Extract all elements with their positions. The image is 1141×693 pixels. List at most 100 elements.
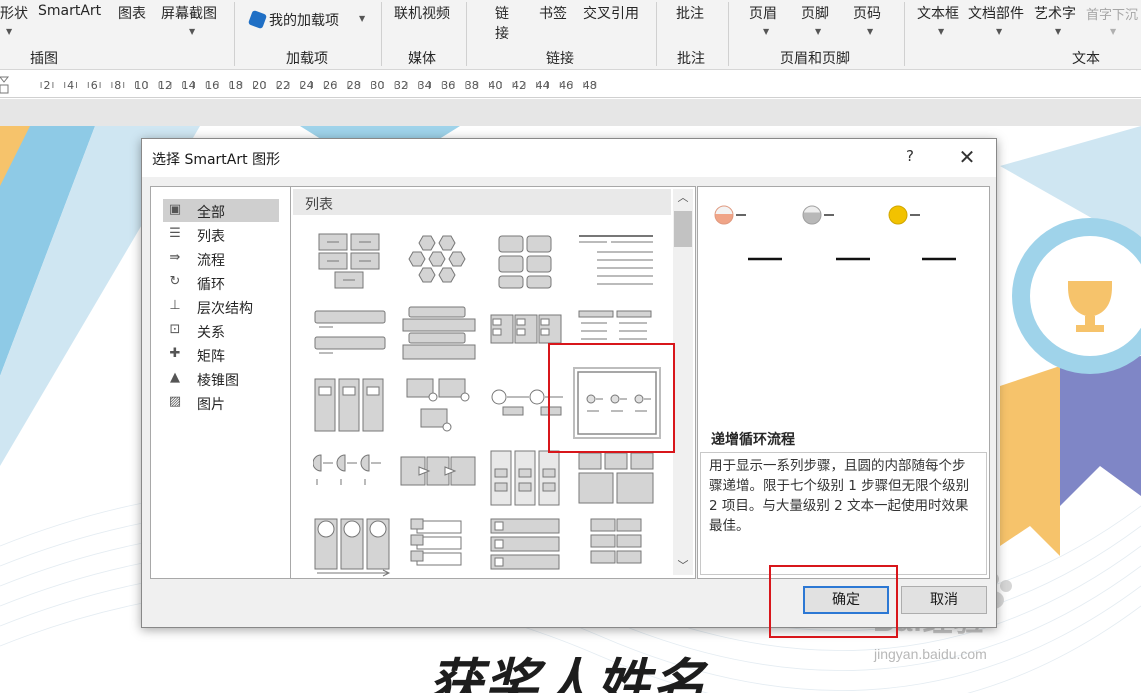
layout-circle-picture-list[interactable]	[313, 517, 393, 577]
list-icon: ☰	[169, 226, 181, 241]
layout-trapezoid-list[interactable]	[399, 377, 479, 437]
ruler-label: 20	[252, 79, 266, 92]
ruler-label: 16	[205, 79, 219, 92]
preview-step-1	[714, 205, 782, 261]
ribbon-footer-button[interactable]: 页脚	[801, 3, 829, 23]
screenshot-dropdown-icon[interactable]: ▼	[189, 27, 195, 36]
ruler-label: 22	[276, 79, 290, 92]
category-list: ▣ 全部 ☰ 列表 ⇛ 流程 ↻ 循环 ⊥ 层次结构 ⊡ 关系 ✚ 矩阵 ▲ 棱	[150, 186, 291, 579]
category-all[interactable]: ▣ 全部	[163, 199, 279, 222]
layout-half-circle-list[interactable]	[313, 449, 393, 509]
ruler-label: 12	[158, 79, 172, 92]
ribbon-chart-button[interactable]: 图表	[118, 3, 146, 23]
horizontal-ruler[interactable]: 2 4 6 8 10 12 14 16 18 20 22 24 26 28 30 32 34 36 38 40 42 44…	[0, 71, 1141, 98]
category-matrix[interactable]: ✚ 矩阵	[163, 343, 279, 366]
ribbon-page-number-button[interactable]: 页码	[853, 3, 881, 23]
layout-column-icon-list[interactable]	[487, 449, 567, 509]
page-number-dropdown-icon[interactable]: ▼	[867, 27, 873, 36]
dialog-titlebar[interactable]: 选择 SmartArt 图形 ? ✕	[142, 139, 996, 177]
ribbon-header-button[interactable]: 页眉	[749, 3, 777, 23]
ribbon-link-button[interactable]: 链接	[495, 3, 509, 43]
layout-grouped-list[interactable]	[577, 305, 657, 365]
ok-button[interactable]: 确定	[803, 586, 889, 614]
cycle-icon: ↻	[169, 274, 181, 289]
certificate-winner-name[interactable]: 获奖人姓名	[428, 640, 708, 693]
ruler-label: 2	[44, 79, 51, 92]
all-icon: ▣	[168, 202, 182, 217]
textbox-dropdown-icon[interactable]: ▼	[938, 27, 944, 36]
wordart-dropdown-icon[interactable]: ▼	[1055, 27, 1061, 36]
quick-parts-dropdown-icon[interactable]: ▼	[996, 27, 1002, 36]
category-pyramid[interactable]: ▲ 棱锥图	[163, 367, 279, 390]
layout-table-list[interactable]	[487, 305, 567, 365]
layout-tab-list[interactable]	[313, 377, 393, 437]
layout-ascending-circle-process[interactable]	[573, 367, 661, 439]
layout-brick-grid[interactable]	[577, 517, 657, 577]
layout-arrow-block-list[interactable]	[399, 449, 479, 509]
ruler-label: 42	[512, 79, 526, 92]
ribbon-online-video-button[interactable]: 联机视频	[394, 3, 450, 23]
shapes-dropdown-icon[interactable]: ▼	[6, 27, 12, 36]
help-button[interactable]: ?	[902, 147, 918, 165]
ribbon-my-addins-button[interactable]: 我的加载项	[247, 9, 339, 30]
ribbon-wordart-button[interactable]: 艺术字	[1034, 3, 1076, 23]
layout-stacked-list[interactable]	[487, 517, 567, 577]
layout-bracket-list[interactable]	[399, 517, 479, 577]
ruler-label: 44	[536, 79, 550, 92]
ribbon-screenshot-button[interactable]: 屏幕截图	[161, 3, 217, 23]
ruler-label: 8	[114, 79, 121, 92]
ribbon-separator	[728, 2, 729, 66]
picture-icon: ▨	[168, 394, 182, 409]
ruler-label: 4	[67, 79, 74, 92]
scroll-down-icon[interactable]: ﹀	[673, 557, 693, 575]
ribbon-textbox-button[interactable]: 文本框	[917, 3, 959, 23]
indent-marker-icon	[0, 76, 10, 94]
page-gap	[0, 99, 1141, 126]
layout-name: 递增循环流程	[711, 432, 795, 448]
layout-lined-list[interactable]	[577, 232, 657, 292]
ruler-label: 46	[559, 79, 573, 92]
layout-hexagon-cluster[interactable]	[399, 232, 479, 292]
ruler-label: 30	[370, 79, 384, 92]
layout-rounded-blocks[interactable]	[487, 232, 567, 292]
group-header-footer: 页眉和页脚	[780, 51, 850, 67]
ruler-label: 36	[441, 79, 455, 92]
ribbon-cross-reference-button[interactable]: 交叉引用	[583, 3, 639, 23]
group-illustrations: 插图	[30, 51, 58, 67]
layout-horizontal-bullet-list[interactable]	[399, 305, 479, 365]
smartart-dialog: 选择 SmartArt 图形 ? ✕ ▣ 全部 ☰ 列表 ⇛ 流程 ↻ 循环 ⊥…	[141, 138, 997, 628]
header-dropdown-icon[interactable]: ▼	[763, 27, 769, 36]
ribbon-orange	[1000, 366, 1060, 556]
category-process[interactable]: ⇛ 流程	[163, 247, 279, 270]
ribbon-quick-parts-button[interactable]: 文档部件	[968, 3, 1024, 23]
category-relationship[interactable]: ⊡ 关系	[163, 319, 279, 342]
layout-circle-process[interactable]	[487, 377, 567, 437]
close-icon[interactable]: ✕	[954, 145, 980, 171]
footer-dropdown-icon[interactable]: ▼	[815, 27, 821, 36]
layout-vertical-bullet-list[interactable]	[313, 305, 393, 365]
category-cycle[interactable]: ↻ 循环	[163, 271, 279, 294]
cancel-button[interactable]: 取消	[901, 586, 987, 614]
ribbon-separator	[904, 2, 905, 66]
ribbon-drop-cap-button[interactable]: 首字下沉	[1086, 4, 1138, 23]
addins-dropdown-icon[interactable]: ▼	[359, 14, 365, 23]
ribbon-purple	[1060, 356, 1141, 506]
layout-basic-block-list[interactable]	[313, 232, 393, 292]
ribbon-shapes-button[interactable]: 形状	[0, 3, 28, 23]
group-text: 文本	[1072, 51, 1100, 67]
ribbon-smartart-button[interactable]: SmartArt	[38, 3, 101, 19]
scrollbar-thumb[interactable]	[674, 211, 692, 247]
category-picture[interactable]: ▨ 图片	[163, 391, 279, 414]
pyramid-icon: ▲	[170, 370, 180, 385]
group-media: 媒体	[408, 51, 436, 67]
ribbon-bookmark-button[interactable]: 书签	[539, 3, 567, 23]
gallery-scrollbar[interactable]: ︿ ﹀	[673, 189, 693, 575]
layout-block-grid[interactable]	[577, 449, 657, 509]
ruler-label: 10	[134, 79, 148, 92]
drop-cap-dropdown-icon[interactable]: ▼	[1110, 27, 1116, 36]
ribbon-comment-button[interactable]: 批注	[676, 3, 704, 23]
category-hierarchy[interactable]: ⊥ 层次结构	[163, 295, 279, 318]
category-list-item[interactable]: ☰ 列表	[163, 223, 279, 246]
trophy-base	[1076, 325, 1104, 332]
scroll-up-icon[interactable]: ︿	[673, 189, 693, 207]
